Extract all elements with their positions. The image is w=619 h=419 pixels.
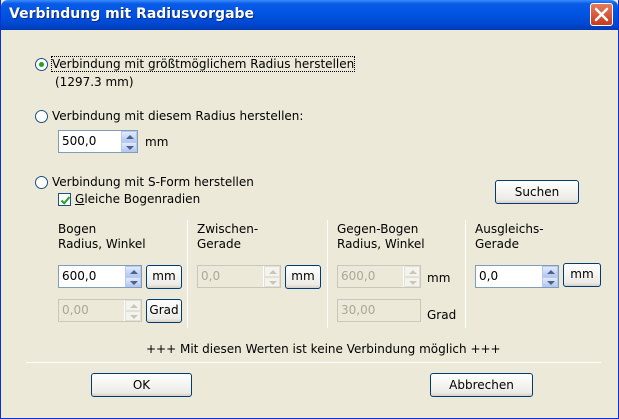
radius-unit: mm <box>145 135 169 149</box>
bogen-radius-stepper[interactable]: 600,0 <box>58 265 142 288</box>
gegen-angle-stepper: 30,00 <box>337 299 421 322</box>
radio-s-form-label: Verbindung mit S-Form herstellen <box>52 175 254 189</box>
close-button[interactable] <box>590 3 613 26</box>
radio-s-form[interactable] <box>35 175 48 189</box>
bogen-angle-stepper: 0,00 <box>58 299 142 322</box>
spin-up-icon <box>264 266 280 277</box>
dialog-window: Verbindung mit Radiusvorgabe Verbindung … <box>0 0 619 419</box>
zwischen-header-1: Zwischen- <box>197 222 259 236</box>
window-title: Verbindung mit Radiusvorgabe <box>9 6 255 22</box>
dialog-body: Verbindung mit größtmöglichem Radius her… <box>4 30 615 416</box>
spin-up-icon <box>404 266 420 277</box>
column-divider <box>187 220 188 328</box>
ausgleich-header-2: Gerade <box>475 237 519 251</box>
bogen-angle-input: 0,00 <box>62 303 89 317</box>
ok-button[interactable]: OK <box>91 373 192 397</box>
radius-input[interactable]: 500,0 <box>59 131 120 152</box>
spin-down-icon[interactable] <box>125 276 141 287</box>
radio-max-radius-label: Verbindung mit größtmöglichem Radius her… <box>50 56 356 72</box>
ausgleich-mm-button[interactable]: mm <box>563 263 601 287</box>
max-radius-value: (1297.3 mm) <box>55 75 134 89</box>
bogen-header-2: Radius, Winkel <box>58 237 146 251</box>
title-bar[interactable]: Verbindung mit Radiusvorgabe <box>1 0 618 30</box>
search-button[interactable]: Suchen <box>495 180 579 204</box>
bogen-mm-button[interactable]: mm <box>146 265 182 289</box>
same-radii-checkbox[interactable] <box>58 193 71 206</box>
column-divider <box>327 220 328 328</box>
zwischen-input: 0,0 <box>201 269 221 283</box>
gegen-header-2: Radius, Winkel <box>337 237 425 251</box>
radio-s-form-row[interactable]: Verbindung mit S-Form herstellen <box>35 175 254 189</box>
bogen-radius-input[interactable]: 600,0 <box>59 266 124 287</box>
zwischen-mm-button[interactable]: mm <box>285 265 321 289</box>
cancel-button[interactable]: Abbrechen <box>430 373 533 397</box>
ausgleich-stepper[interactable]: 0,0 <box>475 265 559 288</box>
spin-down-icon[interactable] <box>121 141 137 152</box>
spin-up-icon <box>125 300 141 311</box>
radio-given-radius-label: Verbindung mit diesem Radius herstellen: <box>52 109 304 123</box>
radio-max-radius-row[interactable]: Verbindung mit größtmöglichem Radius her… <box>35 56 356 72</box>
checkmark-icon <box>60 196 71 205</box>
spin-down-icon <box>264 276 280 287</box>
spin-down-icon[interactable] <box>542 276 558 287</box>
bogen-grad-button[interactable]: Grad <box>146 299 182 323</box>
gegen-radius-input: 600,0 <box>341 269 376 283</box>
gegen-header-1: Gegen-Bogen <box>337 222 419 236</box>
radio-given-radius[interactable] <box>35 109 48 123</box>
gegen-angle-input: 30,00 <box>341 303 376 317</box>
ausgleich-header-1: Ausgleichs- <box>475 222 544 236</box>
zwischen-header-2: Gerade <box>197 237 241 251</box>
gegen-radius-stepper: 600,0 <box>337 265 421 288</box>
bogen-header-1: Bogen <box>58 222 97 236</box>
ausgleich-input[interactable]: 0,0 <box>476 266 541 287</box>
spin-up-icon[interactable] <box>125 266 141 277</box>
radio-max-radius[interactable] <box>35 57 48 71</box>
spin-up-icon[interactable] <box>121 131 137 142</box>
close-icon <box>594 7 609 22</box>
radio-given-radius-row[interactable]: Verbindung mit diesem Radius herstellen: <box>35 109 303 123</box>
gegen-mm-label: mm <box>427 271 451 285</box>
gegen-grad-label: Grad <box>427 308 457 322</box>
bottom-divider <box>26 362 601 363</box>
radius-stepper[interactable]: 500,0 <box>58 130 138 153</box>
status-message: +++ Mit diesen Werten ist keine Verbindu… <box>146 342 501 356</box>
column-divider <box>465 220 466 328</box>
spin-down-icon <box>404 276 420 287</box>
zwischen-stepper: 0,0 <box>197 265 281 288</box>
spin-down-icon <box>125 310 141 321</box>
same-radii-label: Gleiche Bogenradien <box>75 192 201 206</box>
spin-up-icon[interactable] <box>542 266 558 277</box>
